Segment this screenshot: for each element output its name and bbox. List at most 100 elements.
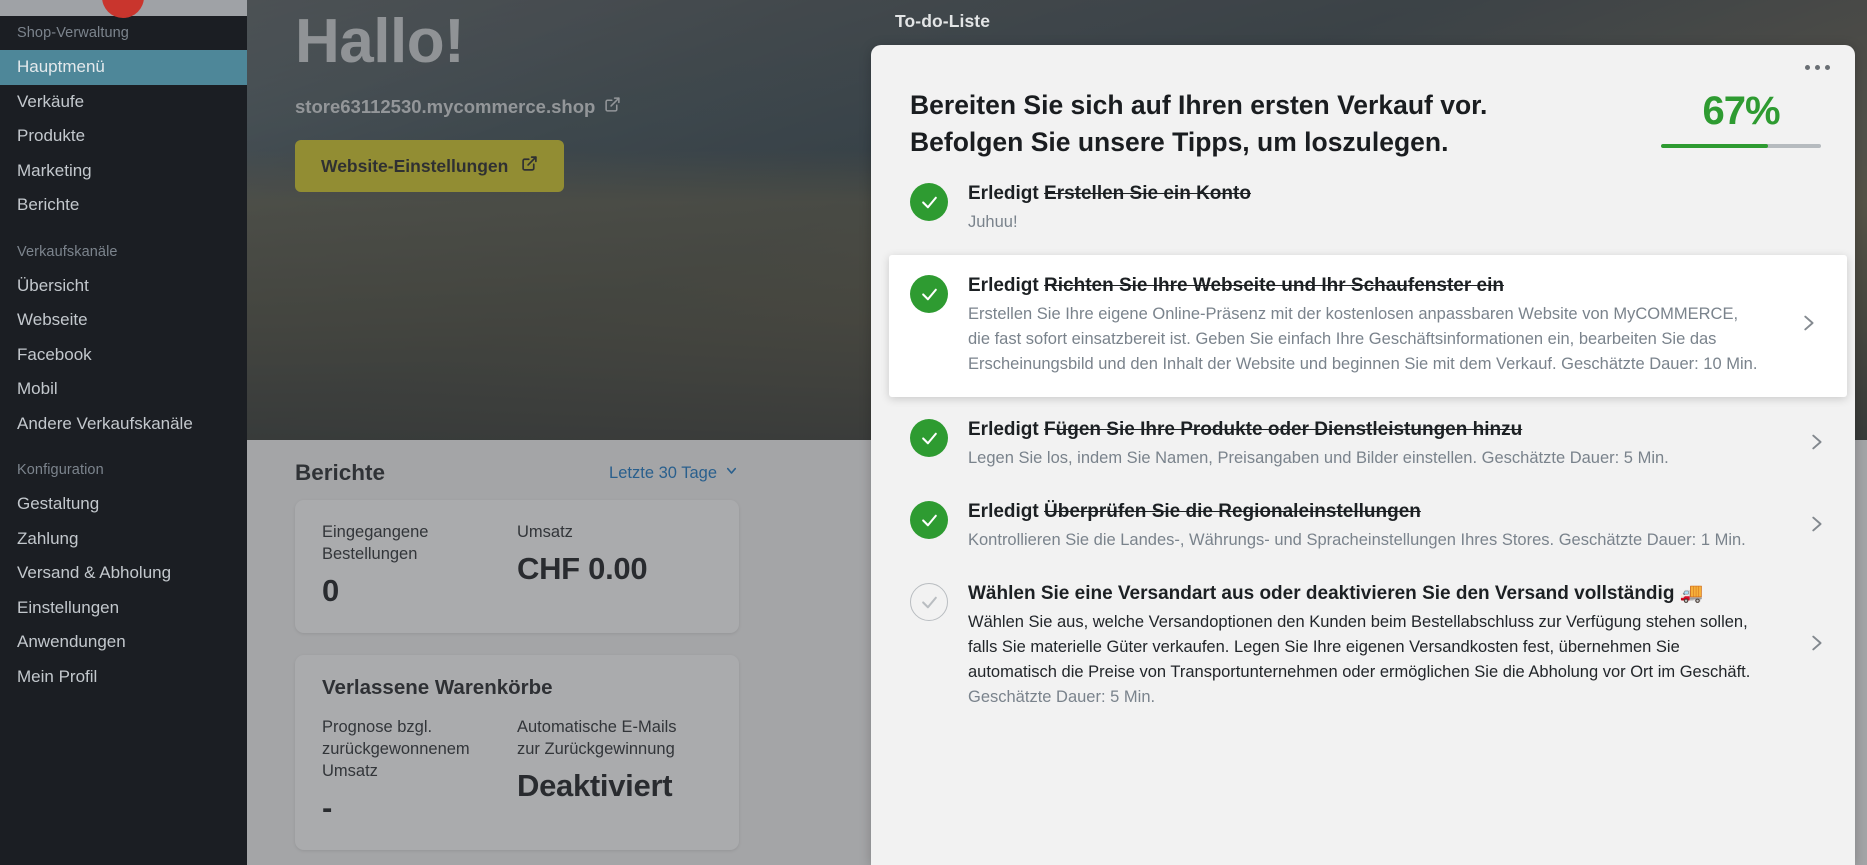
sidebar: Shop-Verwaltung Hauptmenü Verkäufe Produ… [0, 0, 247, 865]
external-link-icon [521, 155, 538, 177]
todo-header: Bereiten Sie sich auf Ihren ersten Verka… [871, 45, 1855, 167]
chevron-right-icon[interactable] [1805, 431, 1827, 458]
progress-fill [1661, 144, 1769, 148]
task-description: Legen Sie los, indem Sie Namen, Preisang… [968, 446, 1771, 471]
todo-heading: Bereiten Sie sich auf Ihren ersten Verka… [910, 87, 1487, 161]
abandoned-carts-card: Verlassene Warenkörbe Prognose bzgl. zur… [295, 655, 739, 850]
task-duration: Geschätzte Dauer: 5 Min. [1481, 449, 1669, 467]
sidebar-item-label: Andere Verkaufskanäle [17, 413, 193, 433]
task-duration: Geschätzte Dauer: 1 Min. [1558, 531, 1746, 549]
brand-logo-icon[interactable] [102, 0, 144, 18]
sidebar-item-label: Mein Profil [17, 666, 98, 686]
sidebar-item-label: Mobil [17, 379, 58, 398]
kpi-forecast-label: Prognose bzgl. zurückgewonnenem Umsatz [322, 718, 470, 780]
task-body: Erledigt Fügen Sie Ihre Produkte oder Di… [968, 417, 1771, 471]
app-root: Shop-Verwaltung Hauptmenü Verkäufe Produ… [0, 0, 1867, 865]
todo-task-item[interactable]: Erledigt Richten Sie Ihre Webseite und I… [889, 255, 1847, 397]
sidebar-item-label: Zahlung [17, 528, 79, 548]
progress-percent-label: 67% [1702, 89, 1780, 133]
task-completed-check-icon[interactable] [910, 183, 948, 221]
sidebar-item-produkte[interactable]: Produkte [0, 119, 247, 154]
chevron-right-icon[interactable] [1805, 513, 1827, 540]
task-pending-check-icon[interactable] [910, 583, 948, 621]
website-settings-button[interactable]: Website-Einstellungen [295, 140, 565, 192]
sidebar-item-facebook[interactable]: Facebook [0, 338, 247, 373]
todo-task-item[interactable]: Erledigt Erstellen Sie ein Konto Juhuu! [871, 167, 1855, 249]
sidebar-item-label: Versand & Abholung [17, 563, 172, 582]
external-link-icon [604, 96, 621, 118]
kebab-dot [1825, 65, 1830, 70]
date-range-dropdown[interactable]: Letzte 30 Tage [609, 463, 739, 483]
sidebar-item-einstellungen[interactable]: Einstellungen [0, 591, 247, 626]
sidebar-item-label: Berichte [17, 195, 80, 214]
sidebar-item-versand-abholung[interactable]: Versand & Abholung [0, 556, 247, 591]
task-body: Erledigt Erstellen Sie ein Konto Juhuu! [968, 181, 1827, 235]
task-description-text: Kontrollieren Sie die Landes-, Währungs-… [968, 531, 1559, 549]
sidebar-item-gestaltung[interactable]: Gestaltung [0, 487, 247, 522]
sidebar-item-zahlung[interactable]: Zahlung [0, 522, 247, 557]
sidebar-group-label-konfiguration: Konfiguration [17, 462, 104, 478]
task-completed-check-icon[interactable] [910, 275, 948, 313]
kpi-orders-value: 0 [322, 573, 339, 608]
sidebar-item-label: Gestaltung [17, 494, 100, 513]
sidebar-item-hauptmenue[interactable]: Hauptmenü [0, 50, 247, 85]
task-body: Erledigt Richten Sie Ihre Webseite und I… [968, 273, 1763, 377]
todo-task-item[interactable]: Erledigt Fügen Sie Ihre Produkte oder Di… [871, 403, 1855, 485]
sidebar-item-mein-profil[interactable]: Mein Profil [0, 660, 247, 695]
chevron-down-icon [724, 463, 739, 483]
sidebar-item-verkaeufe[interactable]: Verkäufe [0, 85, 247, 120]
task-title: Erledigt Erstellen Sie ein Konto [968, 181, 1827, 207]
progress-indicator: 67% [1661, 87, 1821, 148]
reports-header: Berichte Letzte 30 Tage [295, 460, 739, 486]
sidebar-item-berichte[interactable]: Berichte [0, 188, 247, 223]
task-body: Wählen Sie eine Versandart aus oder deak… [968, 581, 1771, 710]
sidebar-item-label: Facebook [17, 344, 92, 364]
kpi-revenue-label: Umsatz [517, 523, 573, 541]
sidebar-brand-label: Shop-Verwaltung [17, 25, 129, 41]
task-completed-check-icon[interactable] [910, 419, 948, 457]
sidebar-group-label-verkaufskanaele: Verkaufskanäle [17, 243, 118, 260]
task-title-text: Richten Sie Ihre Webseite und Ihr Schauf… [1044, 275, 1504, 296]
sidebar-item-webseite[interactable]: Webseite [0, 303, 247, 338]
task-title-text: Überprüfen Sie die Regionaleinstellungen [1044, 501, 1421, 522]
abandoned-carts-title: Verlassene Warenkörbe [322, 676, 553, 699]
task-description-text: Legen Sie los, indem Sie Namen, Preisang… [968, 449, 1482, 467]
chevron-right-icon[interactable] [1797, 312, 1819, 339]
todo-task-list: Erledigt Erstellen Sie ein Konto Juhuu! Er… [871, 167, 1855, 724]
task-title: Erledigt Fügen Sie Ihre Produkte oder Di… [968, 417, 1771, 443]
sidebar-item-mobil[interactable]: Mobil [0, 372, 247, 407]
task-duration: Geschätzte Dauer: 10 Min. [1561, 355, 1758, 373]
sidebar-group-verkaufskanaele: Übersicht Webseite Facebook Mobil Andere… [0, 269, 247, 442]
task-done-prefix: Erledigt [968, 419, 1045, 440]
sidebar-item-anwendungen[interactable]: Anwendungen [0, 625, 247, 660]
sidebar-item-uebersicht[interactable]: Übersicht [0, 269, 247, 304]
reports-title: Berichte [295, 460, 386, 485]
todo-task-item[interactable]: Wählen Sie eine Versandart aus oder deak… [871, 567, 1855, 724]
task-title-text: Fügen Sie Ihre Produkte oder Dienstleist… [1044, 419, 1523, 440]
chevron-right-icon[interactable] [1805, 632, 1827, 659]
todo-list-label: To-do-Liste [895, 11, 991, 31]
kpi-forecast-value: - [322, 790, 333, 825]
task-title: Erledigt Überprüfen Sie die Regionaleins… [968, 499, 1771, 525]
task-description: Kontrollieren Sie die Landes-, Währungs-… [968, 528, 1771, 553]
task-title-text: Wählen Sie eine Versandart aus oder deak… [968, 583, 1675, 604]
sidebar-item-marketing[interactable]: Marketing [0, 154, 247, 189]
todo-task-item[interactable]: Erledigt Überprüfen Sie die Regionaleins… [871, 485, 1855, 567]
sidebar-item-label: Verkäufe [17, 91, 85, 111]
more-options-icon[interactable] [1805, 65, 1830, 70]
kpi-recovery-emails-value: Deaktiviert [517, 768, 673, 803]
sidebar-item-label: Anwendungen [17, 632, 126, 651]
sidebar-item-andere-verkaufskanaele[interactable]: Andere Verkaufskanäle [0, 407, 247, 442]
task-completed-check-icon[interactable] [910, 501, 948, 539]
kpi-orders: Eingegangene Bestellungen 0 [322, 521, 517, 609]
kpi-card: Eingegangene Bestellungen 0 Umsatz CHF 0… [295, 500, 739, 633]
task-done-prefix: Erledigt [968, 183, 1045, 204]
kpi-row: Eingegangene Bestellungen 0 Umsatz CHF 0… [322, 521, 712, 609]
task-description-text: Juhuu! [968, 213, 1018, 231]
store-url-link[interactable]: store63112530.mycommerce.shop [295, 96, 621, 118]
task-description: Erstellen Sie Ihre eigene Online-Präsenz… [968, 302, 1763, 377]
kebab-dot [1805, 65, 1810, 70]
task-description-text: Wählen Sie aus, welche Versandoptionen d… [968, 613, 1751, 681]
